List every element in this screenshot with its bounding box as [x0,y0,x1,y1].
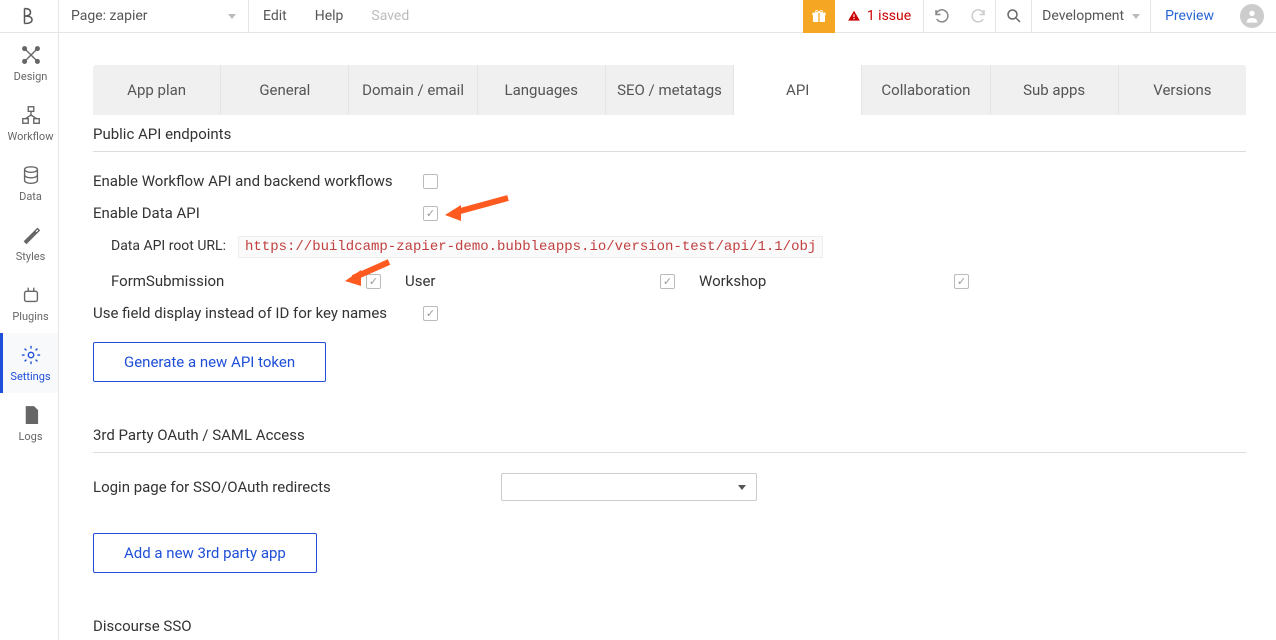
plugins-icon [20,284,42,306]
data-type-workshop-checkbox[interactable] [954,274,969,289]
data-type-formsubmission-checkbox[interactable] [366,274,381,289]
sso-login-page-select[interactable] [501,473,757,501]
environment-label: Development [1042,8,1124,24]
use-display-names-checkbox[interactable] [423,306,438,321]
undo-button[interactable] [924,0,960,33]
page-label: Page: zapier [71,8,148,24]
tab-seo[interactable]: SEO / metatags [606,65,734,115]
sidebar-item-label: Plugins [12,310,48,323]
bubble-logo[interactable] [0,0,59,33]
design-icon [20,44,42,66]
enable-workflow-api-label: Enable Workflow API and backend workflow… [93,172,423,190]
data-type-label: User [405,272,660,290]
sidebar-item-label: Settings [10,370,50,383]
preview-link[interactable]: Preview [1151,8,1228,24]
sidebar-item-workflow[interactable]: Workflow [0,93,58,153]
generate-api-token-button[interactable]: Generate a new API token [93,342,326,382]
sidebar-item-data[interactable]: Data [0,153,58,213]
sidebar-item-label: Styles [16,250,46,263]
logs-icon [20,404,42,426]
tab-languages[interactable]: Languages [478,65,606,115]
chevron-down-icon [1132,14,1140,19]
redo-button[interactable] [960,0,996,33]
save-status: Saved [357,8,423,24]
sidebar-item-settings[interactable]: Settings [0,333,58,393]
environment-selector[interactable]: Development [1032,0,1151,32]
help-menu[interactable]: Help [301,8,358,24]
sidebar-item-logs[interactable]: Logs [0,393,58,453]
settings-icon [20,344,42,366]
sidebar-item-label: Data [19,190,42,203]
styles-icon [20,224,42,246]
enable-data-api-checkbox[interactable] [423,206,438,221]
chevron-down-icon [738,485,746,490]
tab-api[interactable]: API [734,65,862,115]
add-3rd-party-app-button[interactable]: Add a new 3rd party app [93,533,317,573]
enable-workflow-api-checkbox[interactable] [423,174,438,189]
sso-login-page-label: Login page for SSO/OAuth redirects [93,478,331,496]
sidebar-item-label: Logs [18,430,42,443]
sidebar-item-plugins[interactable]: Plugins [0,273,58,333]
issue-count: 1 issue [867,8,911,24]
gift-button[interactable] [803,0,835,33]
tab-app-plan[interactable]: App plan [93,65,221,115]
data-api-root-url: https://buildcamp-zapier-demo.bubbleapps… [238,236,823,258]
arrow-annotation-icon [443,193,513,223]
settings-tabs: App plan General Domain / email Language… [93,65,1246,115]
sidebar-item-styles[interactable]: Styles [0,213,58,273]
tab-domain-email[interactable]: Domain / email [349,65,477,115]
tab-collaboration[interactable]: Collaboration [862,65,990,115]
sidebar-item-label: Design [14,70,48,83]
sidebar: Design Workflow Data Styles Plugins Sett… [0,33,59,640]
data-type-user-checkbox[interactable] [660,274,675,289]
workflow-icon [20,104,42,126]
data-icon [20,164,42,186]
sidebar-item-design[interactable]: Design [0,33,58,93]
search-button[interactable] [996,0,1032,33]
data-type-label: Workshop [699,272,954,290]
warning-icon [847,9,861,23]
enable-data-api-label: Enable Data API [93,204,423,222]
data-api-root-url-label: Data API root URL: [111,238,226,254]
section-title-discourse: Discourse SSO [93,607,1246,640]
tab-sub-apps[interactable]: Sub apps [991,65,1119,115]
tab-versions[interactable]: Versions [1119,65,1246,115]
chevron-down-icon [228,14,236,19]
edit-menu[interactable]: Edit [249,8,301,24]
avatar[interactable] [1240,4,1264,28]
use-display-names-label: Use field display instead of ID for key … [93,304,423,322]
section-title-oauth: 3rd Party OAuth / SAML Access [93,416,1246,453]
tab-general[interactable]: General [221,65,349,115]
data-type-label: FormSubmission [111,272,366,290]
sidebar-item-label: Workflow [8,130,54,143]
issues-button[interactable]: 1 issue [835,0,924,32]
page-selector[interactable]: Page: zapier [59,0,249,32]
section-title-public-api: Public API endpoints [93,115,1246,152]
